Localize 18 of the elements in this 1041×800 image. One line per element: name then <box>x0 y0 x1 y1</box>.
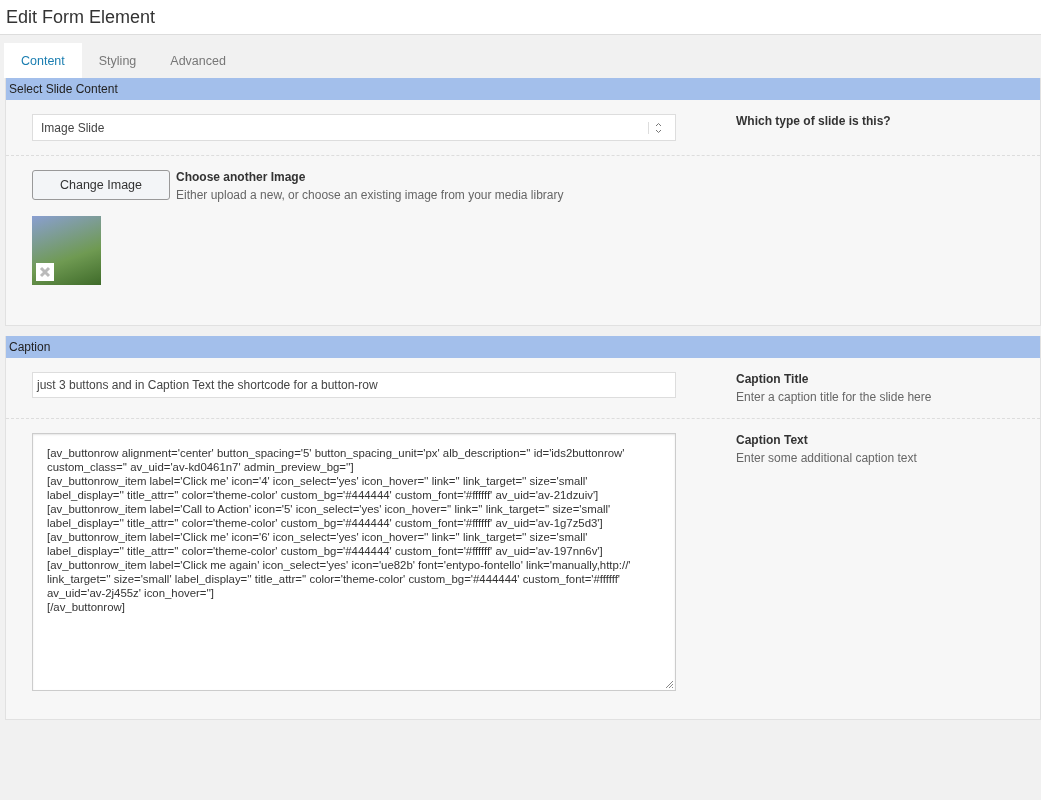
field-label: Caption Text <box>736 433 809 447</box>
tab[interactable]: Styling <box>81 43 154 78</box>
slide-type-select[interactable]: Image Slide <box>32 114 676 141</box>
change-image-button[interactable]: Change Image <box>32 170 170 200</box>
section-header: Caption <box>6 336 1040 358</box>
field-description: Enter a caption title for the slide here <box>736 390 933 404</box>
section-header: Select Slide Content <box>6 78 1040 100</box>
field-description: Enter some additional caption text <box>736 451 918 465</box>
field-label: Which type of slide is this? <box>736 114 892 128</box>
resize-handle-icon[interactable] <box>664 679 674 689</box>
caption-title-field[interactable]: just 3 buttons and in Caption Text the shortcode for a button-row <box>32 372 676 398</box>
field-description: Either upload a new, or choose an existing image from your media library <box>176 188 564 202</box>
field-label: Choose another Image <box>176 170 307 184</box>
caption-text-area[interactable]: [av_buttonrow alignment='center' button_spacing='5' button_spacing_unit='px' alb_description='' id='ids2buttonrow' custom_class='' av_uid='av-kd0461n7' admin_preview_bg=''] [av_buttonrow_item label='Click me' icon='4' icon_select='yes' icon_hover='' link='' link_target='' size='small' label_display='' title_attr='' color='theme-color' custom_bg='#444444' custom_font='#ffffff' av_uid='av-21dzuiv'] [av_buttonrow_item label='Call to Action' icon='5' icon_select='yes' icon_hover='' link='' link_target='' size='small' label_display='' title_attr='' color='theme-color' custom_bg='#444444' custom_font='#ffffff' av_uid='av-1g7z5d3'] [av_buttonrow_item label='Click me' icon='6' icon_select='yes' icon_hover='' link='' link_target='' size='small' label_display='' title_attr='' color='theme-color' custom_bg='#444444' custom_font='#ffffff' av_uid='av-197nn6v'] [av_buttonrow_item label='Click me again' icon_select='yes' icon='ue82b' font='entypo-fontello' link='manually,http://' link_target='' size='small' label_display='' title_attr='' color='theme-color' custom_bg='#444444' custom_font='#ffffff' av_uid='av-2j455z' icon_hover=''] [/av_buttonrow] <box>32 433 676 691</box>
tab[interactable]: Content <box>4 43 82 78</box>
tab[interactable]: Advanced <box>153 43 243 78</box>
field-label: Caption Title <box>736 372 810 386</box>
dialog-title: Edit Form Element <box>6 6 156 28</box>
